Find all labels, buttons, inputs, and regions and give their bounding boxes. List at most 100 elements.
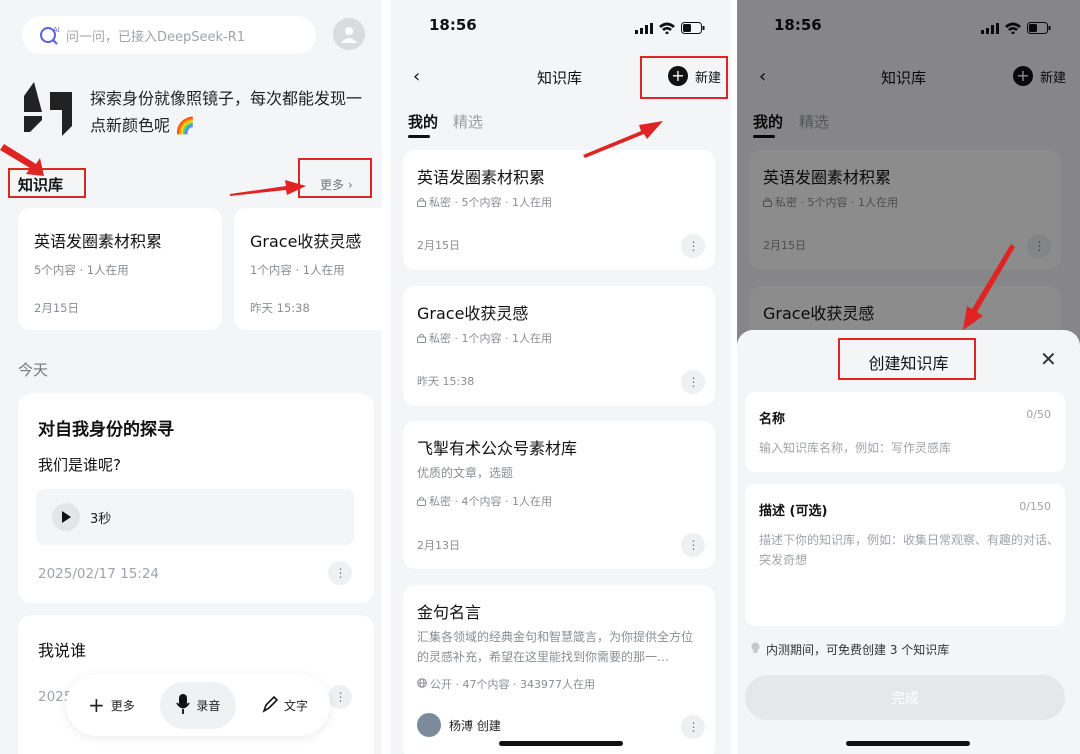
description-field-placeholder: 描述下你的知识库，例如：收集日常观察、有趣的对话、突发奇想 [759,533,1060,567]
kb-card-meta: 私密 · 5个内容 · 1人在用 [417,194,552,210]
tab-mine[interactable]: 我的 [408,111,438,132]
name-char-count: 0/50 [1026,408,1051,421]
annotation-arrow-icon [0,144,44,176]
more-options-icon[interactable]: ⋮ [681,234,705,258]
ai-search-icon: AI [38,24,60,46]
tab-underline [408,135,430,138]
done-button[interactable]: 完成 [745,675,1065,720]
create-knowledge-base-screen: 18:56 ‹ 知识库 + 新建 我的 精选 英语发圈素材积累 私密 · 5个内… [737,0,1080,754]
more-options-icon[interactable]: ⋮ [681,715,705,739]
kb-card[interactable]: 英语发圈素材积累 私密 · 5个内容 · 1人在用 2月15日 ⋮ [403,150,715,270]
bottom-more-button[interactable]: + 更多 [88,693,135,717]
kb-card-meta-text: 私密 · 1个内容 · 1人在用 [429,332,552,345]
svg-text:AI: AI [53,26,60,34]
kb-card-date: 2月13日 [417,539,460,552]
kb-card-meta: 5个内容 · 1人在用 [34,263,129,277]
kb-card-date: 昨天 15:38 [417,375,475,388]
kb-card-title: 英语发圈素材积累 [34,232,163,251]
home-indicator [499,741,623,746]
wifi-icon [659,19,675,38]
plus-icon: + [88,693,105,717]
kb-card-description: 优质的文章，选题 [417,466,514,480]
more-options-icon[interactable]: ⋮ [328,561,352,585]
nav-title: 知识库 [537,69,583,87]
creator-name: 杨溥 创建 [449,718,501,733]
kb-card-date: 2月15日 [34,301,79,315]
kb-card-date: 昨天 15:38 [250,301,310,315]
kb-card[interactable]: 金句名言 汇集各领域的经典金句和智慧箴言，为你提供全方位的灵感补充，希望在这里能… [403,585,715,754]
battery-icon [681,19,705,38]
create-kb-sheet: 创建知识库 ✕ 名称 0/50 输入知识库名称，例如：写作灵感库 描述 (可选)… [737,330,1080,754]
status-icons [635,19,705,38]
name-field-placeholder: 输入知识库名称，例如：写作灵感库 [759,441,952,455]
annotation-arrow-icon [583,121,663,158]
tab-featured[interactable]: 精选 [453,111,483,132]
annotation-arrow-icon [963,244,1015,330]
kb-card[interactable]: 英语发圈素材积累 5个内容 · 1人在用 2月15日 [18,208,222,330]
note-title: 对自我身份的探寻 [38,420,174,440]
audio-length: 3秒 [90,511,112,527]
annotation-arrow-icon [230,180,306,196]
home-screen: AI 问一问，已接入DeepSeek-R1 探索身份就像照镜子，每次都能发现一点… [0,0,382,754]
status-time: 18:56 [429,16,477,34]
kb-card-title: 英语发圈素材积累 [417,168,546,187]
lock-icon [417,496,426,506]
note-title: 我说谁 [38,641,87,660]
annotation-box [838,338,976,380]
more-options-icon[interactable]: ⋮ [681,370,705,394]
annotation-box [640,56,728,99]
home-indicator [846,741,970,746]
beta-note-text: 内测期间，可免费创建 3 个知识库 [766,643,950,657]
kb-card-meta: 私密 · 4个内容 · 1人在用 [417,493,552,509]
creator-info: 杨溥 创建 [417,713,501,737]
description-field-label: 描述 (可选) [759,504,828,519]
note-subtitle: 我们是谁呢? [38,456,121,474]
lock-icon [417,333,426,343]
kb-card-meta: 公开 · 47个内容 · 343977人在用 [417,676,595,692]
text-input-button[interactable]: 文字 [262,695,324,716]
search-placeholder: 问一问，已接入DeepSeek-R1 [66,29,246,45]
more-options-icon[interactable]: ⋮ [681,533,705,557]
today-label: 今天 [18,361,49,379]
description-field[interactable]: 描述 (可选) 0/150 描述下你的知识库，例如：收集日常观察、有趣的对话、突… [745,484,1065,626]
name-field-label: 名称 [759,412,786,427]
lightbulb-icon [751,642,760,657]
bottom-action-bar: + 更多 录音 文字 [66,674,330,736]
kb-card-date: 2月15日 [417,239,460,252]
record-label: 录音 [196,698,221,713]
name-field[interactable]: 名称 0/50 输入知识库名称，例如：写作灵感库 [745,392,1065,472]
kb-card-meta-text: 私密 · 5个内容 · 1人在用 [429,196,552,209]
knowledge-base-list-screen: 18:56 ‹ 知识库 + 新建 我的 精选 英语发圈素材积累 私密 · 5个内… [391,0,731,754]
record-button[interactable]: 录音 [160,681,237,729]
kb-card-description: 汇集各领域的经典金句和智慧箴言，为你提供全方位的灵感补充，希望在这里能找到你需要… [417,630,694,664]
kb-card-meta-text: 私密 · 4个内容 · 1人在用 [429,495,552,508]
close-icon[interactable]: ✕ [1040,347,1057,371]
search-bar[interactable]: AI 问一问，已接入DeepSeek-R1 [22,16,316,54]
intro-message: 探索身份就像照镜子，每次都能发现一点新颜色呢 🌈 [90,89,363,135]
globe-icon [417,677,427,691]
app-logo-icon [22,80,76,138]
kb-card[interactable]: Grace收获灵感 私密 · 1个内容 · 1人在用 昨天 15:38 ⋮ [403,286,715,406]
text-label: 文字 [283,698,308,713]
audio-player[interactable]: 3秒 [36,489,354,545]
kb-card-title: 金句名言 [417,603,482,622]
kb-card-title: Grace收获灵感 [417,304,529,323]
note-card[interactable]: 对自我身份的探寻 我们是谁呢? 3秒 2025/02/17 15:24 ⋮ [18,393,374,603]
kb-card-title: 飞掣有术公众号素材库 [417,439,578,458]
kb-card[interactable]: Grace收获灵感 1个内容 · 1人在用 昨天 15:38 [234,208,382,330]
lock-icon [417,197,426,207]
kb-card[interactable]: 飞掣有术公众号素材库 优质的文章，选题 私密 · 4个内容 · 1人在用 2月1… [403,421,715,569]
back-button[interactable]: ‹ [413,66,420,87]
beta-note: 内测期间，可免费创建 3 个知识库 [751,641,949,658]
more-options-icon[interactable]: ⋮ [328,685,352,709]
user-avatar[interactable] [333,18,365,50]
kb-card-meta-text: 公开 · 47个内容 · 343977人在用 [430,678,595,691]
kb-card-meta: 1个内容 · 1人在用 [250,263,345,277]
description-char-count: 0/150 [1019,500,1051,513]
pen-icon [262,695,279,716]
play-icon[interactable] [52,503,80,531]
bottom-more-label: 更多 [110,698,135,713]
signal-icon [635,19,653,38]
note-date: 2025/02/17 15:24 [38,566,160,582]
kb-card-title: Grace收获灵感 [250,232,362,251]
